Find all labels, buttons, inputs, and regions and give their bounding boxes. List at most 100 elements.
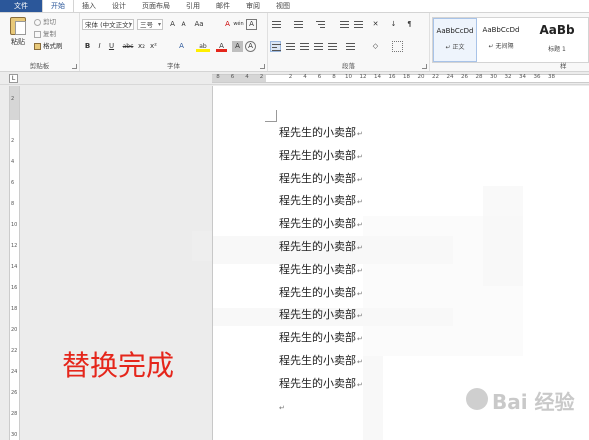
tab-references[interactable]: 引用	[178, 0, 208, 12]
document-line[interactable]: 程先生的小卖部↵	[279, 238, 363, 254]
watermark-text: Bai 经验	[492, 390, 575, 414]
paragraph-mark: ↵	[357, 130, 363, 138]
tab-review[interactable]: 审阅	[238, 0, 268, 12]
numbering-icon[interactable]	[294, 21, 303, 28]
underline-icon[interactable]: U	[106, 41, 117, 52]
styles-group-label: 样	[560, 62, 567, 70]
font-group: 宋体 (中文正文) 三号 A A Aa A wén A B I U abc x₂…	[80, 13, 268, 71]
shading-icon[interactable]: ◇	[370, 41, 381, 52]
document-line[interactable]: 程先生的小卖部↵	[279, 170, 363, 186]
ruler-number: 4	[303, 74, 307, 80]
style-normal[interactable]: AaBbCcDd ↵ 正文	[433, 18, 477, 62]
italic-icon[interactable]: I	[94, 41, 105, 52]
format-painter-button[interactable]: 格式刷	[34, 41, 63, 51]
align-right-icon[interactable]	[300, 43, 309, 50]
tab-page-layout[interactable]: 页面布局	[134, 0, 178, 12]
bullets-icon[interactable]	[272, 21, 281, 28]
subscript-icon[interactable]: x₂	[136, 41, 147, 52]
document-line[interactable]: 程先生的小卖部↵	[279, 261, 363, 277]
ruler-number: 4	[245, 74, 249, 80]
superscript-icon[interactable]: x²	[148, 41, 159, 52]
asian-layout-icon[interactable]: ✕	[370, 19, 381, 30]
line-text: 程先生的小卖部	[279, 194, 356, 208]
format-painter-label: 格式刷	[43, 42, 63, 50]
line-text: 程先生的小卖部	[279, 376, 356, 390]
caption-text: 替换完成	[62, 349, 175, 382]
bold-icon[interactable]: B	[82, 41, 93, 52]
font-size-combo[interactable]: 三号	[137, 19, 163, 30]
tab-selector[interactable]: L	[9, 74, 18, 83]
clear-format-icon[interactable]: A	[222, 19, 233, 30]
paragraph-mark: ↵	[357, 380, 363, 389]
style-heading-1-name: 标题 1	[548, 46, 566, 53]
ruler-number: 34	[519, 74, 526, 80]
brush-icon	[34, 42, 41, 50]
tab-insert[interactable]: 插入	[74, 0, 104, 12]
paragraph-mark: ↵	[357, 198, 363, 207]
align-left-icon[interactable]	[270, 41, 281, 52]
styles-gallery: AaBbCcDd ↵ 正文 AaBbCcDd ↵ 无间隔 AaBb 标题 1	[432, 17, 589, 63]
clipboard-launcher-icon[interactable]	[72, 64, 77, 69]
paragraph-mark: ↵	[357, 312, 363, 321]
enclose-char-icon[interactable]: A	[245, 41, 256, 52]
font-launcher-icon[interactable]	[260, 64, 265, 69]
document-line[interactable]: 程先生的小卖部↵	[279, 375, 363, 391]
text-effects-icon[interactable]: A	[176, 41, 187, 52]
style-no-spacing[interactable]: AaBbCcDd ↵ 无间隔	[479, 18, 523, 62]
ruler-number: 2	[288, 74, 293, 80]
tab-design[interactable]: 设计	[104, 0, 134, 12]
highlight-icon[interactable]: ab	[196, 41, 210, 52]
grow-font-icon[interactable]: A	[167, 19, 178, 30]
document-line[interactable]: 程先生的小卖部↵	[279, 215, 363, 231]
vruler-number: 2	[11, 138, 15, 144]
style-heading-1[interactable]: AaBb 标题 1	[525, 18, 589, 62]
cut-button[interactable]: 剪切	[34, 17, 56, 27]
strikethrough-icon[interactable]: abc	[121, 41, 135, 52]
line-text: 程先生的小卖部	[279, 331, 356, 345]
borders-icon[interactable]	[392, 41, 403, 52]
ruler-number: 8	[216, 74, 220, 80]
document-line[interactable]: 程先生的小卖部↵	[279, 284, 363, 300]
tab-view[interactable]: 视图	[268, 0, 298, 12]
paragraph-launcher-icon[interactable]	[422, 64, 427, 69]
copy-button[interactable]: 复制	[34, 29, 56, 39]
increase-indent-icon[interactable]	[354, 21, 363, 28]
style-no-spacing-preview: AaBbCcDd	[482, 26, 520, 34]
tab-home[interactable]: 开始	[42, 0, 74, 12]
document-line[interactable]: 程先生的小卖部↵	[279, 306, 363, 322]
document-line[interactable]: 程先生的小卖部↵	[279, 147, 363, 163]
char-border-icon[interactable]: A	[246, 19, 257, 30]
multilevel-list-icon[interactable]	[316, 21, 325, 28]
ruler-bar[interactable]: 8 6 4 2 2 4 6 8 10 12 14 16 18 20 22 24 26 28 30 32 34 36 38	[212, 74, 589, 83]
phonetic-guide-icon[interactable]: wén	[233, 19, 244, 30]
font-name-combo[interactable]: 宋体 (中文正文)	[82, 19, 134, 30]
paste-button[interactable]: 粘贴	[6, 17, 30, 55]
vruler-number: 26	[11, 390, 18, 396]
document-line[interactable]: 程先生的小卖部↵	[279, 329, 363, 345]
show-marks-icon[interactable]: ¶	[404, 19, 415, 30]
vertical-ruler[interactable]: 2 2 4 6 8 10 12 14 16 18 20 22 24 26 28 30	[9, 86, 20, 440]
change-case-icon[interactable]: Aa	[192, 19, 206, 30]
distributed-icon[interactable]	[328, 43, 337, 50]
document-line[interactable]: 程先生的小卖部↵	[279, 124, 363, 140]
line-text: 程先生的小卖部	[279, 171, 356, 185]
copy-icon	[34, 30, 41, 38]
font-color-icon[interactable]: A	[216, 41, 227, 52]
justify-icon[interactable]	[314, 43, 323, 50]
shrink-font-icon[interactable]: A	[178, 19, 189, 30]
ruler-number: 18	[403, 74, 410, 80]
document-line[interactable]: 程先生的小卖部↵	[279, 192, 363, 208]
line-text: 程先生的小卖部	[279, 240, 356, 253]
align-center-icon[interactable]	[286, 43, 295, 50]
paste-icon	[10, 17, 26, 35]
char-shading-icon[interactable]: A	[232, 41, 243, 52]
ruler-number: 6	[317, 74, 322, 80]
sort-icon[interactable]: ↓	[388, 19, 399, 30]
tab-mailings[interactable]: 邮件	[208, 0, 238, 12]
vruler-number: 10	[11, 222, 18, 228]
style-heading-1-preview: AaBb	[539, 23, 575, 37]
tab-file[interactable]: 文件	[0, 0, 42, 12]
decrease-indent-icon[interactable]	[340, 21, 349, 28]
document-line[interactable]: 程先生的小卖部↵	[279, 352, 363, 368]
line-spacing-icon[interactable]	[346, 43, 355, 50]
